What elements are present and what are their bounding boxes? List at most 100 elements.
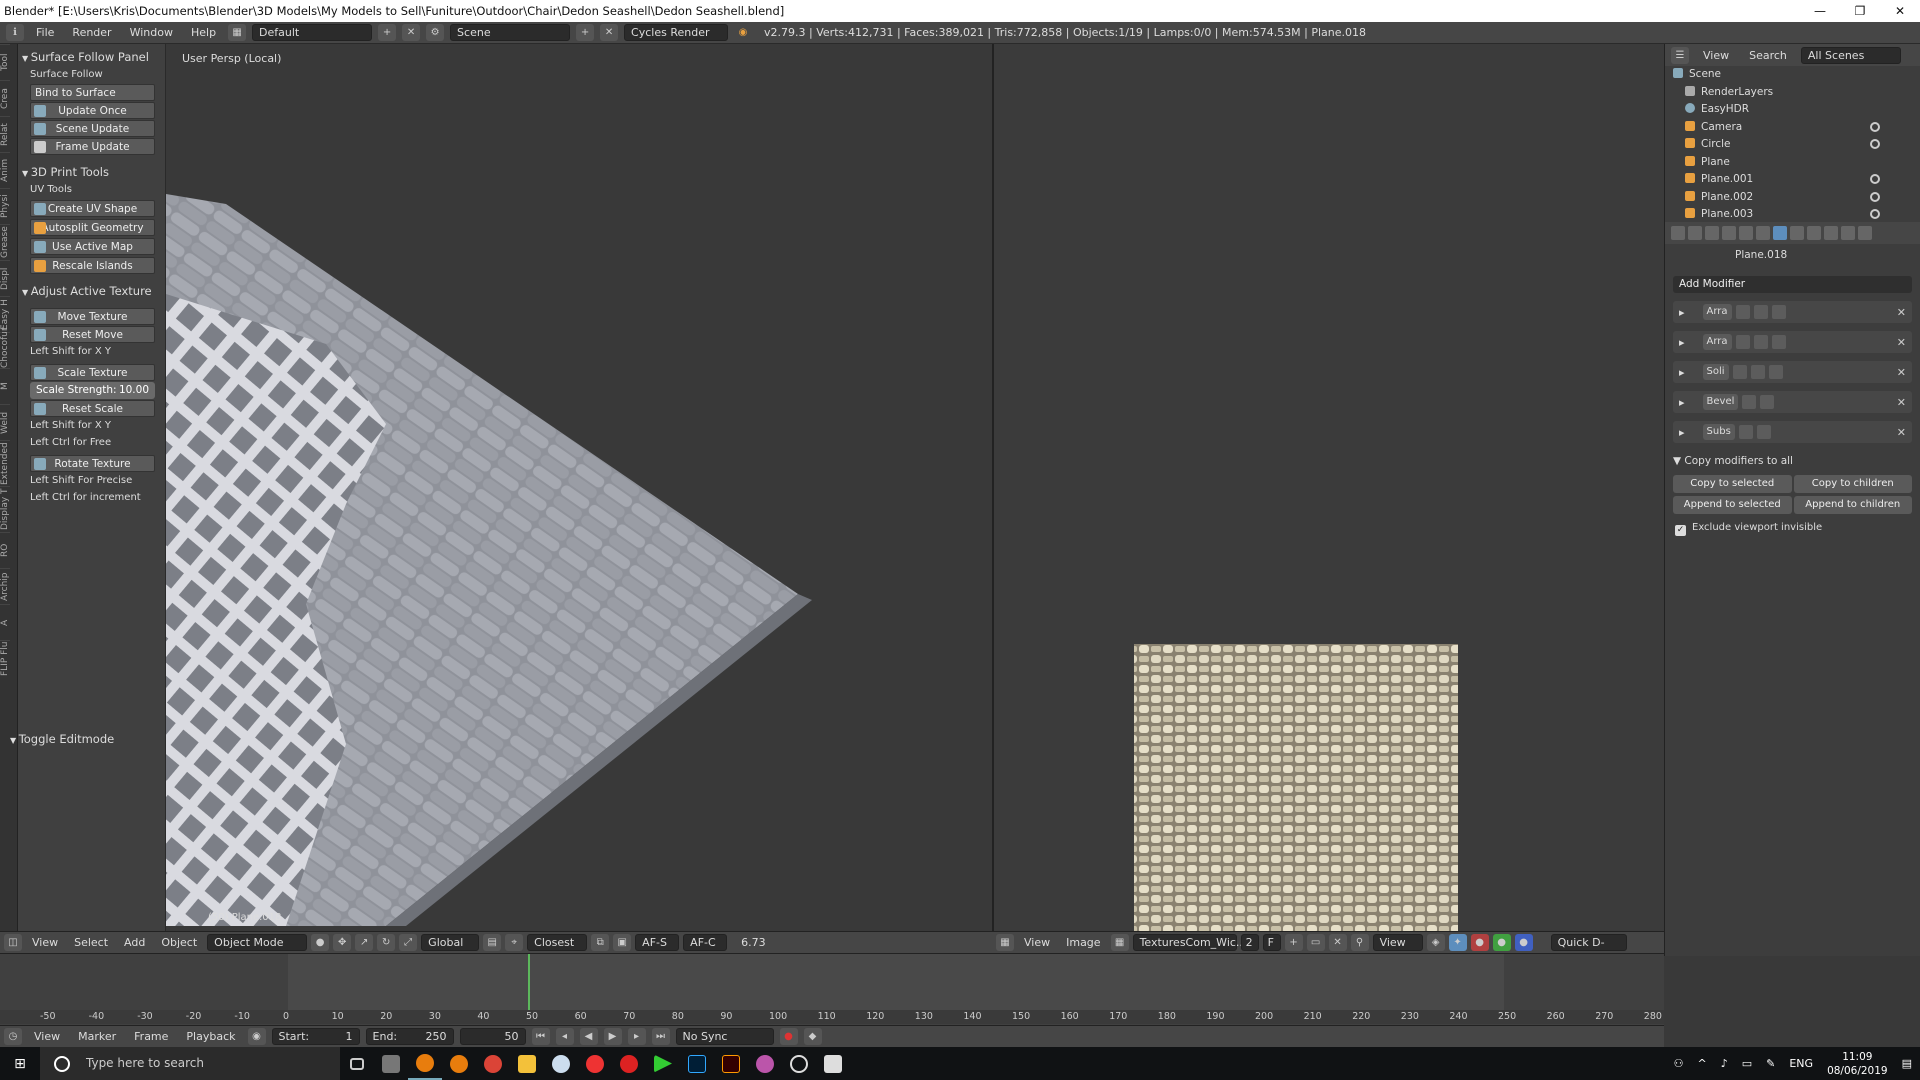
- scene-add-icon[interactable]: +: [576, 24, 595, 41]
- menu-add[interactable]: Add: [118, 936, 151, 949]
- orientation-select[interactable]: Global: [421, 934, 480, 951]
- visibility-eye-icon[interactable]: [1870, 174, 1880, 184]
- layers-icon[interactable]: ▤: [483, 934, 502, 951]
- image-users[interactable]: 2: [1240, 934, 1259, 951]
- rotate-texture-button[interactable]: Rotate Texture: [30, 455, 155, 472]
- start-frame-field[interactable]: Start: 1: [271, 1028, 360, 1045]
- modifier-solidify[interactable]: ▸ Soli ✕: [1673, 361, 1912, 383]
- layout-icon[interactable]: ▦: [228, 24, 247, 41]
- scene-select[interactable]: Scene: [450, 24, 571, 41]
- editmode-toggle-icon[interactable]: [1771, 305, 1786, 319]
- timeline-area[interactable]: -50 -40 -30 -20 -10 0 10 20 30 40 50 60 70 80 90 100 110…: [0, 953, 1664, 1025]
- app-colorful-icon[interactable]: [748, 1047, 782, 1080]
- app-icon[interactable]: [544, 1047, 578, 1080]
- expand-arrow-icon[interactable]: ▸: [1679, 306, 1685, 319]
- layout-add-icon[interactable]: +: [378, 24, 397, 41]
- viewport-toggle-icon[interactable]: [1753, 305, 1768, 319]
- image-select[interactable]: TexturesCom_Wic...: [1132, 934, 1246, 951]
- remove-modifier-icon[interactable]: ✕: [1897, 396, 1906, 409]
- tab-weld[interactable]: Weld: [0, 404, 10, 440]
- menu-view[interactable]: View: [26, 936, 64, 949]
- sync-mode-select[interactable]: No Sync: [675, 1028, 774, 1045]
- record-icon[interactable]: ●: [779, 1028, 798, 1045]
- illustrator-icon[interactable]: [714, 1047, 748, 1080]
- tab-archip[interactable]: Archip: [0, 568, 10, 604]
- autosplit-geometry-button[interactable]: Autosplit Geometry: [30, 219, 155, 236]
- menu-select[interactable]: Select: [68, 936, 114, 949]
- snap-select[interactable]: Closest: [527, 934, 588, 951]
- scale-manip-icon[interactable]: ⤢: [399, 934, 418, 951]
- editor-type-icon[interactable]: ◷: [4, 1028, 22, 1045]
- layout-remove-icon[interactable]: ✕: [402, 24, 421, 41]
- scene-remove-icon[interactable]: ✕: [600, 24, 619, 41]
- data-tab-icon[interactable]: [1790, 226, 1804, 240]
- shading-icon[interactable]: ●: [311, 934, 330, 951]
- play-store-icon[interactable]: [646, 1047, 680, 1080]
- render-toggle-icon[interactable]: [1735, 335, 1750, 349]
- scene-tab-icon[interactable]: [1705, 226, 1719, 240]
- end-frame-field[interactable]: End: 250: [365, 1028, 454, 1045]
- append-to-selected-button[interactable]: Append to selected: [1673, 496, 1792, 514]
- editmode-toggle-icon[interactable]: [1768, 365, 1783, 379]
- tab-animation[interactable]: Anim: [0, 152, 10, 188]
- tab-flip-fluids[interactable]: FLIP Flu: [0, 640, 10, 676]
- reset-scale-button[interactable]: Reset Scale: [30, 400, 155, 417]
- modifier-name[interactable]: Arra: [1702, 304, 1732, 320]
- editor-type-icon[interactable]: ▦: [996, 934, 1014, 951]
- close-button[interactable]: ✕: [1880, 0, 1920, 22]
- viewport-toggle-icon[interactable]: [1750, 365, 1765, 379]
- outliner-item-easyhdr[interactable]: EasyHDR: [1665, 101, 1920, 119]
- modifier-name[interactable]: Subs: [1702, 424, 1735, 440]
- info-editor-icon[interactable]: ℹ: [6, 24, 24, 41]
- render-toggle-icon[interactable]: [1738, 425, 1753, 439]
- remove-modifier-icon[interactable]: ✕: [1897, 426, 1906, 439]
- photoshop-icon[interactable]: [680, 1047, 714, 1080]
- fake-user-button[interactable]: F: [1262, 934, 1281, 951]
- outliner-item-camera[interactable]: Camera: [1665, 119, 1920, 137]
- menu-view[interactable]: View: [1018, 936, 1056, 949]
- image-editor-viewport[interactable]: [992, 44, 1664, 938]
- editmode-toggle-icon[interactable]: [1771, 335, 1786, 349]
- people-icon[interactable]: ⚇: [1674, 1057, 1684, 1070]
- pivot-icon[interactable]: ✥: [333, 934, 352, 951]
- render-toggle-icon[interactable]: [1742, 395, 1757, 409]
- outliner-item-plane-003[interactable]: Plane.003: [1665, 206, 1920, 224]
- jump-start-icon[interactable]: ⏮: [531, 1028, 550, 1045]
- 3d-print-tools-header[interactable]: 3D Print Tools: [22, 163, 161, 181]
- tab-physics[interactable]: Physi: [0, 188, 10, 224]
- modifier-array-2[interactable]: ▸ Arra ✕: [1673, 331, 1912, 353]
- app-circle-icon[interactable]: [782, 1047, 816, 1080]
- update-once-button[interactable]: Update Once: [30, 102, 155, 119]
- expand-arrow-icon[interactable]: ▸: [1679, 366, 1685, 379]
- render-icon[interactable]: ⧉: [591, 934, 610, 951]
- visibility-eye-icon[interactable]: [1870, 121, 1880, 132]
- play-icon[interactable]: ▶: [603, 1028, 622, 1045]
- outliner-menu-view[interactable]: View: [1697, 49, 1735, 62]
- modifier-bevel[interactable]: ▸ Bevel ✕: [1673, 391, 1912, 413]
- next-key-icon[interactable]: ▸: [627, 1028, 646, 1045]
- timeline-menu-view[interactable]: View: [28, 1030, 66, 1043]
- app-red-icon[interactable]: [578, 1047, 612, 1080]
- viewport-toggle-icon[interactable]: [1756, 425, 1771, 439]
- preview-range-icon[interactable]: ◉: [247, 1028, 266, 1045]
- menu-help[interactable]: Help: [185, 26, 222, 39]
- tab-chocofur[interactable]: Chocofur: [0, 327, 10, 368]
- rescale-islands-button[interactable]: Rescale Islands: [30, 257, 155, 274]
- menu-file[interactable]: File: [30, 26, 60, 39]
- add-modifier-select[interactable]: Add Modifier: [1673, 276, 1912, 293]
- tab-tool[interactable]: Tool: [0, 44, 10, 80]
- app-red-icon-2[interactable]: [612, 1047, 646, 1080]
- outliner-editor-icon[interactable]: ☰: [1671, 46, 1689, 64]
- material-tab-icon[interactable]: [1807, 226, 1821, 240]
- camera-icon[interactable]: ▣: [613, 934, 632, 951]
- scene-icon[interactable]: ⚙: [426, 24, 445, 41]
- menu-render[interactable]: Render: [66, 26, 117, 39]
- pen-icon[interactable]: ✎: [1766, 1057, 1775, 1070]
- view-mode-select[interactable]: View: [1372, 934, 1423, 951]
- modifier-name[interactable]: Soli: [1702, 364, 1729, 380]
- tray-chevron-icon[interactable]: ^: [1697, 1057, 1706, 1070]
- render-toggle-icon[interactable]: [1735, 305, 1750, 319]
- blue-channel-icon[interactable]: ●: [1514, 934, 1533, 951]
- texture-tab-icon[interactable]: [1824, 226, 1838, 240]
- minimize-button[interactable]: —: [1800, 0, 1840, 22]
